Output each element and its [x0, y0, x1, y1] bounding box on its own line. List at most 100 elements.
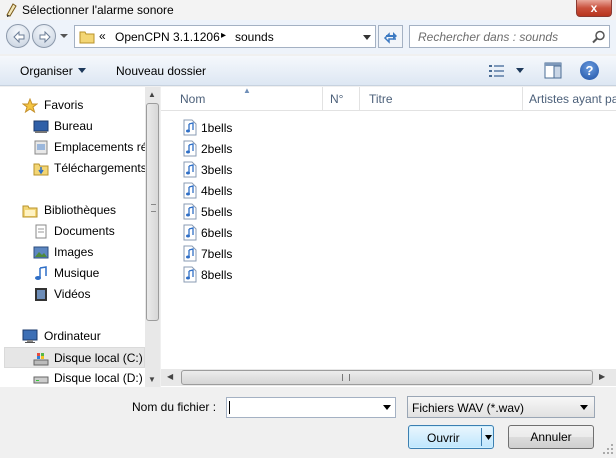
address-overflow-chevron[interactable]: «: [99, 29, 106, 43]
navigation-pane-scrollbar[interactable]: ▲ ▼: [145, 87, 160, 387]
nav-item-label: Disque local (C:): [54, 351, 143, 365]
file-type-select[interactable]: Fichiers WAV (*.wav): [407, 396, 595, 418]
file-item[interactable]: 6bells: [181, 222, 301, 243]
file-list: ▲ Nom N° Titre Artistes ayant participé …: [161, 87, 616, 387]
sort-ascending-icon: ▲: [243, 87, 251, 95]
forward-button[interactable]: [32, 24, 56, 48]
drive-icon: [33, 376, 49, 384]
nav-item-images[interactable]: Images: [0, 242, 145, 263]
computer-icon: [22, 329, 38, 343]
navigation-pane: Favoris Bureau Emplacements récents Télé…: [0, 87, 160, 387]
nav-item-emplacements-recents[interactable]: Emplacements récents: [0, 137, 145, 158]
cancel-button[interactable]: Annuler: [508, 425, 594, 449]
nav-item-label: Emplacements récents: [54, 140, 145, 154]
file-item[interactable]: 5bells: [181, 201, 301, 222]
address-segment-opencpn[interactable]: OpenCPN 3.1.1206: [115, 30, 220, 44]
audio-file-icon: [183, 161, 197, 178]
file-item[interactable]: 4bells: [181, 180, 301, 201]
nav-item-label: Favoris: [44, 98, 84, 112]
scroll-left-arrow[interactable]: ◀: [167, 372, 173, 381]
file-name: 3bells: [201, 163, 233, 177]
resize-grip-icon[interactable]: [603, 444, 614, 455]
file-item[interactable]: 3bells: [181, 159, 301, 180]
nav-item-ordinateur[interactable]: Ordinateur: [0, 326, 145, 347]
nav-item-label: Images: [54, 245, 94, 259]
refresh-button[interactable]: [378, 25, 403, 48]
address-segment-sounds[interactable]: sounds: [235, 30, 274, 44]
column-titre[interactable]: Titre: [369, 92, 393, 106]
audio-file-icon: [183, 203, 197, 220]
scroll-right-arrow[interactable]: ▶: [599, 372, 605, 381]
nav-item-label: Bibliothèques: [44, 203, 117, 217]
file-item[interactable]: 8bells: [181, 264, 301, 285]
nav-item-telechargements[interactable]: Téléchargements: [0, 158, 145, 179]
preview-pane-icon[interactable]: [544, 62, 562, 79]
nav-item-label: Disque local (D:): [54, 371, 143, 385]
organise-button[interactable]: Organiser: [20, 64, 73, 78]
nav-item-videos[interactable]: Vidéos: [0, 284, 145, 305]
file-list-horizontal-scrollbar[interactable]: ◀ ▶: [161, 369, 616, 386]
file-item[interactable]: 7bells: [181, 243, 301, 264]
open-button[interactable]: Ouvrir: [408, 425, 494, 449]
nav-item-bureau[interactable]: Bureau: [0, 116, 145, 137]
filename-input[interactable]: [227, 398, 377, 417]
folder-icon: [79, 31, 95, 44]
forward-arrow-icon: [39, 30, 51, 44]
file-name: 5bells: [201, 205, 233, 219]
audio-file-icon: [183, 266, 197, 283]
nav-item-bibliotheques[interactable]: Bibliothèques: [0, 200, 145, 221]
chevron-down-icon[interactable]: [485, 435, 492, 440]
split-divider: [481, 428, 482, 446]
nav-item-musique[interactable]: Musique: [0, 263, 145, 284]
windows-drive-icon: [33, 353, 49, 366]
help-icon[interactable]: ?: [580, 61, 599, 80]
scrollbar-thumb[interactable]: [146, 103, 159, 321]
file-item[interactable]: 2bells: [181, 138, 301, 159]
column-nom[interactable]: Nom: [180, 92, 205, 106]
search-input[interactable]: [410, 26, 586, 47]
audio-file-icon: [183, 119, 197, 136]
nav-item-label: Ordinateur: [44, 329, 101, 343]
scroll-down-arrow[interactable]: ▼: [148, 375, 156, 384]
search-icon[interactable]: [592, 30, 606, 44]
pictures-icon: [33, 246, 49, 259]
nav-item-favoris[interactable]: Favoris: [0, 95, 145, 116]
nav-item-label: Documents: [54, 224, 115, 238]
nav-item-disque-c[interactable]: Disque local (C:): [4, 347, 145, 368]
file-name: 7bells: [201, 247, 233, 261]
column-artistes[interactable]: Artistes ayant participé: [529, 92, 616, 106]
audio-file-icon: [183, 182, 197, 199]
app-icon: [6, 3, 17, 17]
chevron-down-icon[interactable]: [363, 35, 371, 41]
address-separator[interactable]: ▸: [221, 30, 226, 41]
chevron-down-icon[interactable]: [516, 68, 524, 73]
filename-label: Nom du fichier :: [132, 400, 217, 414]
scrollbar-thumb[interactable]: [181, 370, 593, 385]
nav-item-label: Téléchargements: [54, 161, 145, 175]
back-arrow-icon: [13, 30, 25, 44]
new-folder-button[interactable]: Nouveau dossier: [116, 64, 206, 78]
chevron-down-icon[interactable]: [78, 68, 86, 73]
libraries-icon: [22, 205, 38, 218]
nav-item-documents[interactable]: Documents: [0, 221, 145, 242]
search-box[interactable]: [409, 25, 610, 48]
recent-places-icon: [34, 140, 48, 155]
close-button[interactable]: x: [576, 0, 612, 17]
file-item[interactable]: 1bells: [181, 117, 301, 138]
file-name: 8bells: [201, 268, 233, 282]
address-bar[interactable]: « OpenCPN 3.1.1206 ▸ sounds: [74, 25, 376, 48]
open-button-label: Ouvrir: [427, 431, 460, 445]
back-button[interactable]: [6, 24, 30, 48]
chevron-down-icon[interactable]: [383, 405, 391, 410]
column-numero[interactable]: N°: [330, 92, 343, 106]
filename-combobox[interactable]: [226, 397, 396, 418]
documents-icon: [35, 224, 47, 239]
chevron-down-icon[interactable]: [580, 405, 588, 410]
views-icon[interactable]: [488, 63, 506, 79]
recent-locations-dropdown-icon[interactable]: [60, 32, 68, 40]
desktop-icon: [33, 120, 49, 133]
file-name: 1bells: [201, 121, 233, 135]
scroll-up-arrow[interactable]: ▲: [148, 90, 156, 99]
nav-item-disque-d[interactable]: Disque local (D:): [0, 368, 145, 387]
nav-item-label: Vidéos: [54, 287, 91, 301]
